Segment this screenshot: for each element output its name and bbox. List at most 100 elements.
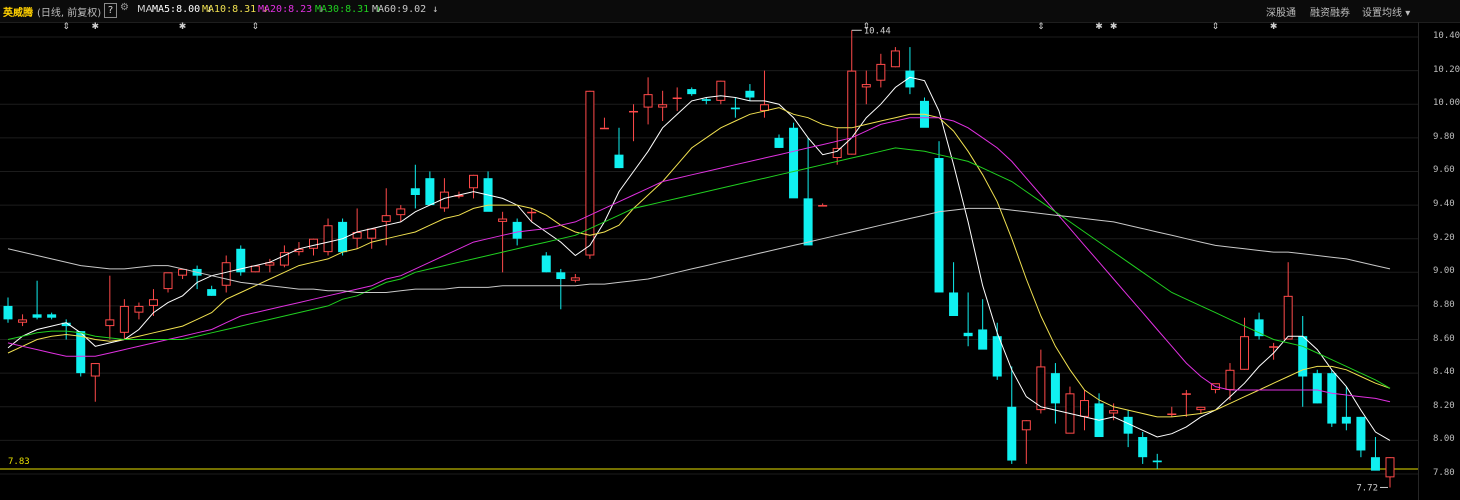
candle-up	[148, 299, 158, 306]
candle-up	[1021, 420, 1031, 431]
event-marker-icon: ✱	[1270, 22, 1278, 32]
candle-down	[47, 314, 57, 318]
min-price-label: 7.72	[1356, 483, 1378, 493]
candle-up	[861, 84, 871, 88]
ma-title: MA	[137, 4, 153, 15]
candle-down	[1298, 336, 1308, 377]
y-tick-label: 8.20	[1433, 400, 1455, 411]
candle-up	[469, 174, 479, 189]
ma10-line	[7, 107, 1391, 418]
candle-up	[599, 127, 609, 130]
ma20-line	[7, 117, 1391, 403]
candle-down	[32, 314, 42, 318]
candle-up	[250, 265, 260, 273]
candle-down	[745, 90, 755, 98]
chart-header: 英威腾 (日线, 前复权) ? ⚙ MA MA5:8.00 ↓ MA10:8.3…	[0, 0, 1460, 23]
candle-down	[687, 89, 697, 95]
candle-down	[76, 331, 86, 374]
arrow-down-icon: ↓	[432, 4, 439, 15]
margin-trading-link[interactable]: 融资融券	[1310, 4, 1350, 19]
period-label[interactable]: (日线, 前复权)	[37, 4, 101, 19]
candle-down	[1327, 373, 1337, 424]
candle-up	[18, 319, 28, 323]
ma60-label[interactable]: MA60:9.02 ↓	[372, 4, 438, 15]
candle-up	[847, 70, 857, 155]
help-button[interactable]: ?	[104, 3, 117, 18]
candle-up	[367, 228, 377, 239]
candle-up	[876, 63, 886, 81]
candle-down	[1356, 416, 1366, 451]
event-marker-icon: ✱	[92, 22, 100, 32]
candle-up	[832, 147, 842, 159]
candle-up	[396, 208, 406, 216]
y-tick-label: 9.40	[1433, 199, 1455, 210]
candle-up	[163, 272, 173, 290]
candle-down	[774, 137, 784, 148]
candle-down	[3, 305, 13, 320]
y-tick-label: 9.20	[1433, 232, 1455, 243]
ma5-line	[7, 76, 1391, 441]
event-marker-icon: ⇕	[1212, 22, 1220, 32]
event-marker-icon: ✱	[179, 22, 187, 32]
candle-up	[716, 80, 726, 101]
candle-up	[585, 90, 595, 256]
candle-up	[134, 305, 144, 313]
reference-label: 7.83	[8, 457, 30, 467]
set-ma-link[interactable]: 设置均线 ▾	[1362, 4, 1410, 19]
y-tick-label: 9.00	[1433, 266, 1455, 277]
candle-up	[527, 211, 537, 214]
candle-down	[1138, 437, 1148, 458]
candle-down	[1254, 319, 1264, 337]
candle-down	[512, 221, 522, 239]
event-marker-icon: ⇕	[1037, 22, 1045, 32]
candle-down	[789, 127, 799, 199]
candle-up	[759, 104, 769, 111]
y-tick-label: 8.60	[1433, 333, 1455, 344]
y-tick-label: 7.80	[1433, 468, 1455, 478]
candle-up	[221, 262, 231, 286]
candle-up	[570, 277, 580, 281]
candle-up	[1109, 410, 1119, 414]
y-tick-label: 8.40	[1433, 367, 1455, 378]
y-tick-label: 9.80	[1433, 131, 1455, 142]
candle-up	[381, 215, 391, 222]
candle-down	[963, 332, 973, 337]
candle-up	[1240, 336, 1250, 370]
y-tick-label: 10.40	[1433, 31, 1460, 41]
candle-down	[541, 255, 551, 273]
candle-down	[934, 158, 944, 293]
candle-up	[1385, 457, 1395, 478]
candle-up	[308, 238, 318, 249]
candle-down	[425, 178, 435, 206]
y-tick-label: 10.20	[1433, 64, 1460, 75]
y-tick-label: 8.00	[1433, 434, 1455, 445]
candle-down	[992, 336, 1002, 377]
candle-up	[1036, 366, 1046, 411]
candle-up	[890, 50, 900, 68]
candlestick-chart[interactable]: 7.83⇕ ✱ ✱ ⇕ ⇕ ⇕ ✱ ✱ ⇕ ✱10.447.72	[0, 22, 1418, 500]
stock-name[interactable]: 英威腾	[3, 4, 33, 19]
ma30-line	[7, 147, 1391, 389]
candle-down	[1007, 406, 1017, 461]
candle-up	[1225, 369, 1235, 390]
event-marker-icon: ⇕	[62, 22, 70, 32]
price-axis: 7.80 8.00 8.20 8.40 8.60 8.80 9.00 9.20 9.40 9.60…	[1418, 22, 1460, 500]
candle-down	[1312, 373, 1322, 404]
candle-down	[1152, 460, 1162, 463]
gear-icon[interactable]: ⚙	[120, 2, 129, 13]
candle-up	[105, 319, 115, 327]
candle-down	[1370, 457, 1380, 471]
candle-down	[949, 292, 959, 317]
candle-down	[701, 99, 711, 101]
candle-up	[672, 97, 682, 100]
candle-up	[658, 104, 668, 108]
candle-up	[643, 94, 653, 108]
candle-up	[323, 225, 333, 253]
y-tick-label: 10.00	[1433, 98, 1460, 109]
hk-connect-link[interactable]: 深股通	[1266, 4, 1296, 19]
candle-down	[803, 198, 813, 246]
candle-up	[629, 110, 639, 113]
candle-up	[818, 205, 828, 207]
max-price-label: 10.44	[864, 26, 891, 36]
candle-up	[1269, 346, 1279, 348]
